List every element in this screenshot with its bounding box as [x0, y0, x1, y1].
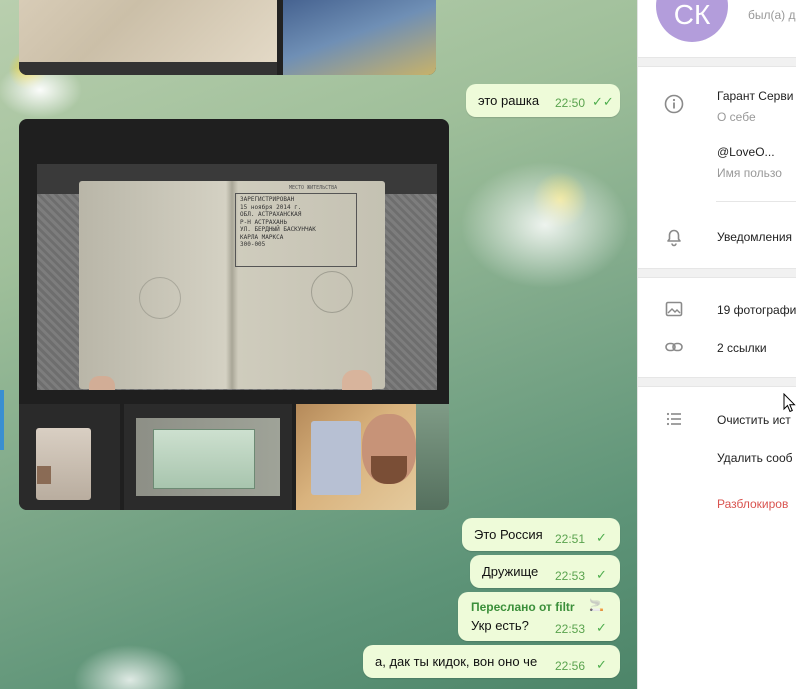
section-divider	[638, 57, 796, 67]
stamp-line: КАРЛА МАРКСА	[240, 233, 284, 241]
message-bubble[interactable]: это рашка 22:50 ✓✓	[466, 84, 620, 117]
shared-photos-link[interactable]: 19 фотографи	[717, 303, 796, 317]
message-text: Дружище	[482, 564, 539, 579]
forwarded-message-bubble[interactable]: Переслано от filtr 🚬 Укр есть? 22:53 ✓	[458, 592, 620, 641]
double-check-icon: ✓✓	[592, 94, 614, 109]
check-icon: ✓	[596, 530, 607, 545]
message-text: Укр есть?	[471, 618, 529, 633]
message-time: 22:50	[555, 96, 586, 110]
delete-chat-button[interactable]: Удалить сооб	[717, 451, 793, 465]
info-icon	[664, 94, 684, 114]
passport-page	[36, 428, 91, 500]
avatar[interactable]: СК	[656, 0, 728, 42]
message-time: 22:56	[555, 659, 586, 673]
section-divider	[638, 268, 796, 278]
unblock-button[interactable]: Разблокиров	[717, 497, 788, 511]
message-time: 22:53	[555, 622, 586, 636]
bell-icon	[667, 229, 681, 247]
thumb-finger	[342, 370, 372, 390]
photo-album[interactable]: МЕСТО ЖИТЕЛЬСТВА ЗАРЕГИСТРИРОВАН 15 нояб…	[19, 119, 449, 510]
clear-history-button[interactable]: Очистить ист	[717, 413, 791, 427]
link-icon	[665, 342, 683, 352]
photo-thumb[interactable]	[19, 62, 277, 75]
passport-watermark	[311, 271, 353, 313]
scroll-indicator	[0, 390, 4, 450]
stamp-line: Р-Н АСТРАХАНЬ	[240, 218, 287, 226]
stamp-line: ОБЛ. АСТРАХАНСКАЯ	[240, 211, 302, 218]
chat-area: это рашка 22:50 ✓✓ МЕСТО ЖИТЕЛЬСТВА ЗАРЕ…	[0, 0, 637, 689]
photo-icon	[665, 301, 683, 317]
window-background	[416, 404, 449, 510]
profile-panel: СК был(а) давно Гарант Серви О себе @Lov…	[637, 0, 796, 689]
passport-header: МЕСТО ЖИТЕЛЬСТВА	[289, 185, 338, 191]
message-time: 22:53	[555, 569, 586, 583]
snils-card	[153, 429, 255, 489]
message-bubble[interactable]: Это Россия 22:51 ✓	[462, 518, 620, 551]
forwarded-label[interactable]: Переслано от filtr	[471, 600, 575, 614]
list-icon	[666, 412, 681, 426]
photo-thumb[interactable]	[19, 404, 120, 510]
passport-page: МЕСТО ЖИТЕЛЬСТВА ЗАРЕГИСТРИРОВАН 15 нояб…	[79, 181, 385, 389]
message-text: это рашка	[478, 93, 540, 108]
check-icon: ✓	[596, 567, 607, 582]
stamp-date: 15 ноября 2014 г.	[240, 203, 302, 211]
passport-portrait	[37, 466, 51, 484]
stamp-line: УЛ. БЕРДНЫЙ БАСКУНЧАК	[240, 226, 316, 233]
profile-name-label: О себе	[717, 110, 756, 124]
check-icon: ✓	[596, 657, 607, 672]
photo-thumb[interactable]	[283, 0, 436, 75]
message-time: 22:51	[555, 532, 586, 546]
profile-username-label: Имя пользо	[717, 166, 782, 180]
profile-username[interactable]: @LoveO...	[717, 145, 775, 159]
photo-thumb[interactable]	[124, 404, 292, 510]
profile-name: Гарант Серви	[717, 89, 794, 103]
photo-thumb[interactable]	[19, 0, 277, 62]
person-beard	[371, 456, 407, 484]
message-text: а, дак ты кидок, вон оно че	[375, 654, 538, 669]
message-bubble[interactable]: Дружище 22:53 ✓	[470, 555, 620, 588]
shared-links-link[interactable]: 2 ссылки	[717, 341, 767, 355]
section-divider	[638, 377, 796, 387]
emoji-icon: 🚬	[589, 598, 604, 612]
message-bubble[interactable]: а, дак ты кидок, вон оно че 22:56 ✓	[363, 645, 620, 678]
divider	[716, 201, 796, 202]
message-text: Это Россия	[474, 527, 543, 542]
last-seen-status: был(а) давно	[748, 8, 796, 22]
notifications-toggle[interactable]: Уведомления	[717, 230, 792, 244]
stamp-line: 300-005	[240, 241, 266, 248]
registration-stamp: ЗАРЕГИСТРИРОВАН 15 ноября 2014 г. ОБЛ. А…	[235, 193, 357, 267]
passport-watermark	[139, 277, 181, 319]
check-icon: ✓	[596, 620, 607, 635]
thumb-finger	[89, 376, 115, 390]
photo-album-top[interactable]	[19, 0, 436, 75]
passport-photo[interactable]: МЕСТО ЖИТЕЛЬСТВА ЗАРЕГИСТРИРОВАН 15 нояб…	[37, 164, 437, 390]
stamp-title: ЗАРЕГИСТРИРОВАН	[240, 196, 295, 203]
photo-thumb[interactable]	[296, 404, 449, 510]
mouse-cursor-icon	[783, 393, 796, 413]
passport-page	[311, 421, 361, 495]
